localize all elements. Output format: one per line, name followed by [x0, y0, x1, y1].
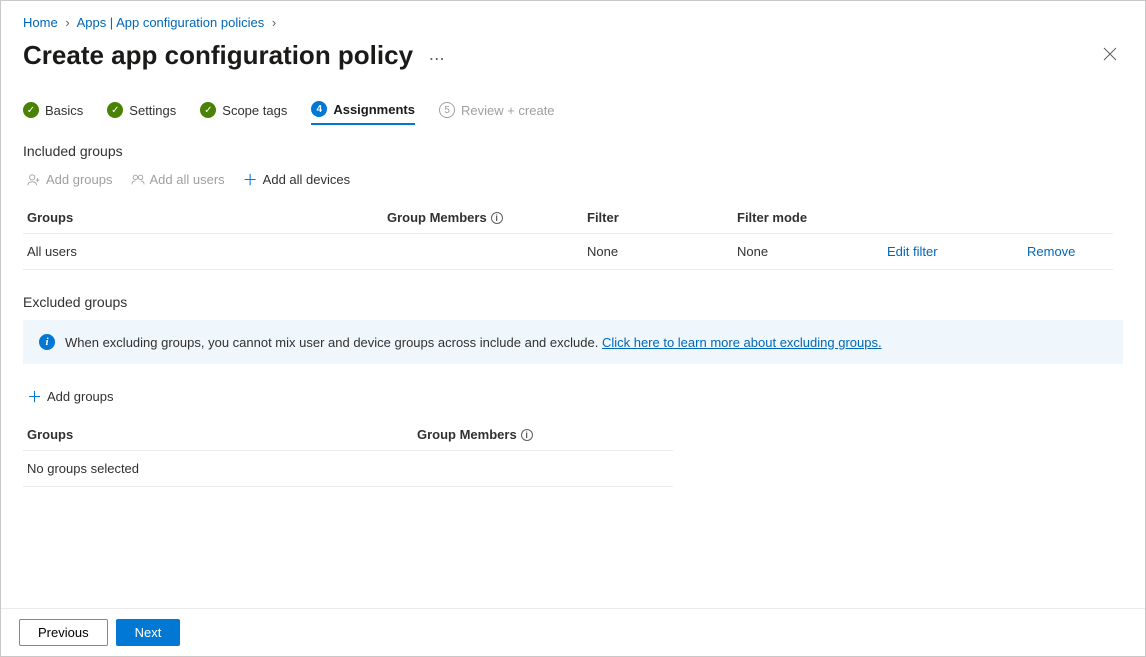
row-filter-mode: None: [733, 234, 883, 270]
info-icon[interactable]: i: [491, 212, 503, 224]
chevron-right-icon: ›: [61, 15, 73, 30]
breadcrumb: Home › Apps | App configuration policies…: [23, 15, 1123, 30]
chevron-right-icon: ›: [268, 15, 280, 30]
button-label: Add all devices: [263, 172, 350, 187]
add-all-devices-button[interactable]: ＋ Add all devices: [243, 169, 350, 190]
excluded-groups-heading: Excluded groups: [23, 294, 1123, 310]
empty-state: No groups selected: [23, 451, 413, 487]
tab-scope-tags[interactable]: ✓ Scope tags: [200, 101, 287, 125]
row-group-name: All users: [23, 234, 383, 270]
check-icon: ✓: [107, 102, 123, 118]
col-spacer: [883, 202, 1023, 234]
col-filter: Filter: [583, 202, 733, 234]
col-filter-mode: Filter mode: [733, 202, 883, 234]
included-toolbar: Add groups Add all users ＋ Add all devic…: [23, 169, 1123, 190]
check-icon: ✓: [200, 102, 216, 118]
tab-basics[interactable]: ✓ Basics: [23, 101, 83, 125]
col-groups: Groups: [23, 419, 413, 451]
more-actions-button[interactable]: ⋯: [429, 51, 446, 68]
breadcrumb-apps[interactable]: Apps | App configuration policies: [77, 15, 265, 30]
add-groups-button[interactable]: Add groups: [27, 169, 113, 190]
tab-label: Assignments: [333, 102, 415, 117]
next-button[interactable]: Next: [116, 619, 181, 646]
tab-label: Review + create: [461, 103, 555, 118]
col-members: Group Members i: [383, 202, 583, 234]
row-filter: None: [583, 234, 733, 270]
add-groups-button[interactable]: ＋ Add groups: [27, 386, 114, 407]
row-group-members: [383, 234, 583, 270]
included-groups-heading: Included groups: [23, 143, 1123, 159]
info-text: When excluding groups, you cannot mix us…: [65, 335, 602, 350]
edit-filter-link[interactable]: Edit filter: [883, 234, 1023, 270]
add-person-icon: [27, 173, 41, 187]
breadcrumb-home[interactable]: Home: [23, 15, 58, 30]
button-label: Add all users: [150, 172, 225, 187]
check-icon: ✓: [23, 102, 39, 118]
page-title: Create app configuration policy: [23, 40, 413, 71]
step-number-icon: 4: [311, 101, 327, 117]
footer: Previous Next: [1, 608, 1145, 656]
tab-review: 5 Review + create: [439, 101, 555, 125]
plus-icon: ＋: [27, 386, 42, 407]
wizard-tabs: ✓ Basics ✓ Settings ✓ Scope tags 4 Assig…: [23, 101, 1123, 125]
learn-more-link[interactable]: Click here to learn more about excluding…: [602, 335, 882, 350]
col-label: Group Members: [417, 427, 517, 442]
tab-label: Basics: [45, 103, 83, 118]
col-spacer: [1023, 202, 1113, 234]
included-groups-table: Groups Group Members i Filter Filter mod…: [23, 202, 1123, 270]
remove-link[interactable]: Remove: [1023, 234, 1113, 270]
excluded-groups-table: Groups Group Members i No groups selecte…: [23, 419, 673, 487]
step-number-icon: 5: [439, 102, 455, 118]
info-icon: i: [39, 334, 55, 350]
tab-settings[interactable]: ✓ Settings: [107, 101, 176, 125]
col-label: Group Members: [387, 210, 487, 225]
col-members: Group Members i: [413, 419, 673, 451]
tab-assignments[interactable]: 4 Assignments: [311, 101, 415, 125]
empty-cell: [413, 451, 673, 487]
tab-label: Scope tags: [222, 103, 287, 118]
col-groups: Groups: [23, 202, 383, 234]
add-all-users-button[interactable]: Add all users: [131, 169, 225, 190]
tab-label: Settings: [129, 103, 176, 118]
previous-button[interactable]: Previous: [19, 619, 108, 646]
people-icon: [131, 173, 145, 187]
info-icon[interactable]: i: [521, 429, 533, 441]
plus-icon: ＋: [243, 169, 258, 190]
button-label: Add groups: [47, 389, 114, 404]
button-label: Add groups: [46, 172, 113, 187]
close-icon: [1103, 47, 1117, 61]
info-banner: i When excluding groups, you cannot mix …: [23, 320, 1123, 364]
close-button[interactable]: [1097, 41, 1123, 70]
excluded-toolbar: ＋ Add groups: [23, 386, 1123, 407]
